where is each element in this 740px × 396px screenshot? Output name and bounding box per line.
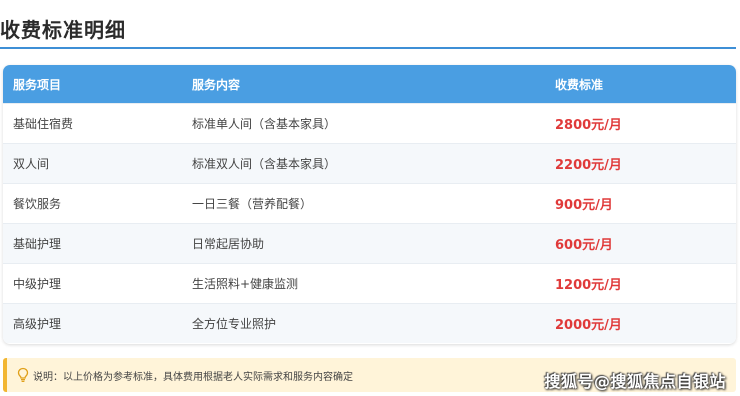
cell-service-item: 高级护理	[13, 317, 62, 331]
cell-service-item: 双人间	[13, 157, 50, 171]
table-row: 中级护理 生活照料+健康监测 1200元/月	[3, 263, 736, 303]
cell-price: 600元/月	[555, 238, 613, 253]
cell-service-content: 生活照料+健康监测	[192, 277, 299, 291]
cell-service-content: 标准双人间（含基本家具）	[192, 157, 337, 171]
table-row: 基础住宿费 标准单人间（含基本家具） 2800元/月	[3, 103, 736, 143]
page-title: 收费标准明细	[0, 18, 126, 42]
note-text: 说明：以上价格为参考标准，具体费用根据老人实际需求和服务内容确定	[33, 371, 353, 383]
header-service-content: 服务内容	[192, 77, 241, 92]
watermark-text: 搜狐号@搜狐焦点自银站	[544, 372, 726, 391]
table-row: 双人间 标准双人间（含基本家具） 2200元/月	[3, 143, 736, 183]
cell-service-item: 中级护理	[13, 277, 62, 291]
header-fee-standard: 收费标准	[555, 77, 604, 92]
cell-service-item: 餐饮服务	[13, 197, 62, 211]
cell-price: 2800元/月	[555, 118, 622, 133]
cell-price: 1200元/月	[555, 278, 622, 293]
cell-price: 2200元/月	[555, 158, 622, 173]
table-row: 餐饮服务 一日三餐（营养配餐） 900元/月	[3, 183, 736, 223]
header-service-item: 服务项目	[13, 77, 62, 92]
lightbulb-icon	[16, 367, 30, 383]
cell-service-item: 基础护理	[13, 237, 62, 251]
table-header: 服务项目 服务内容 收费标准	[3, 65, 736, 103]
table-row: 高级护理 全方位专业照护 2000元/月	[3, 303, 736, 343]
cell-service-content: 全方位专业照护	[192, 317, 277, 331]
table-row: 基础护理 日常起居协助 600元/月	[3, 223, 736, 263]
cell-price: 900元/月	[555, 198, 613, 213]
cell-service-content: 日常起居协助	[192, 237, 265, 251]
cell-service-content: 一日三餐（营养配餐）	[192, 197, 313, 211]
cell-service-content: 标准单人间（含基本家具）	[192, 117, 337, 131]
cell-service-item: 基础住宿费	[13, 117, 74, 131]
title-divider	[0, 47, 736, 49]
cell-price: 2000元/月	[555, 318, 622, 333]
fee-table: 服务项目 服务内容 收费标准 基础住宿费 标准单人间（含基本家具） 2800元/…	[3, 65, 736, 344]
